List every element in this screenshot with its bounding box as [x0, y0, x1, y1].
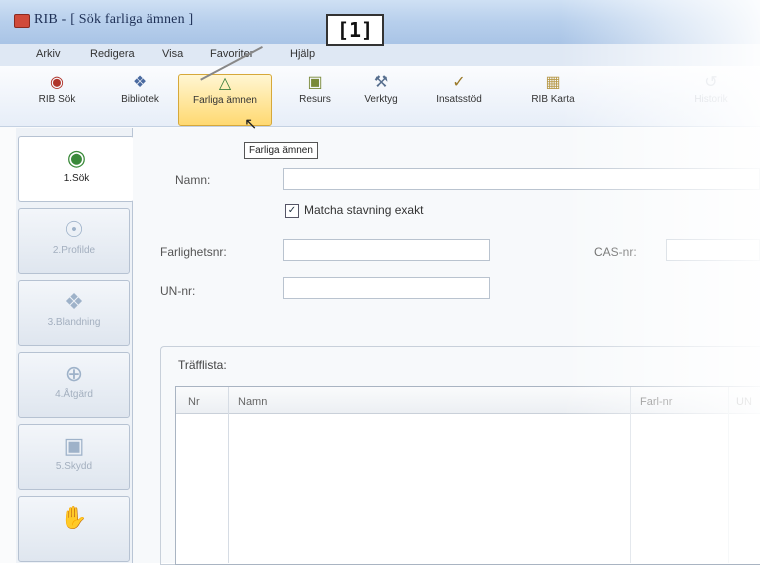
column-divider [728, 387, 729, 563]
flask-icon: △ [218, 75, 232, 92]
map-icon: ▦ [545, 74, 561, 91]
column-divider [228, 387, 229, 563]
farlighetsnr-label: Farlighetsnr: [160, 245, 227, 259]
toolbar-button-label: RIB Sök [38, 94, 76, 105]
callout-label: [1] [326, 14, 384, 46]
column-header-namn[interactable]: Namn [238, 396, 267, 408]
search-person-icon: ◉ [50, 74, 64, 91]
toolbar-resurs-button[interactable]: ▣ Resurs [292, 74, 338, 124]
menu-visa[interactable]: Visa [162, 48, 183, 60]
window-title: RIB - [ Sök farliga ämnen ] [34, 12, 194, 27]
sidebar-tab-label: 5.Skydd [55, 461, 93, 472]
column-header-farl-nr[interactable]: Farl-nr [640, 396, 672, 408]
mouse-cursor-icon: ↖ [244, 116, 258, 133]
match-spelling-checkbox[interactable]: ✓ [285, 204, 299, 218]
search-person-icon: ◉ [66, 145, 87, 170]
sidebar-tab-3[interactable]: ❖ 3.Blandning [18, 280, 130, 346]
sidebar-tab-label: 4.Åtgärd [55, 389, 93, 400]
toolbar-rib-karta-button[interactable]: ▦ RIB Karta [522, 74, 584, 124]
library-icon: ❖ [132, 74, 148, 91]
app-icon [14, 14, 30, 28]
toolbar-button-label: Resurs [299, 94, 331, 105]
toolbar-button-label: Farliga ämnen [193, 95, 257, 106]
toolbar-button-label: Bibliotek [121, 94, 159, 105]
un-nr-label: UN-nr: [160, 284, 196, 298]
toolbar-button-label: Historik [694, 94, 728, 105]
sidebar-tab-6[interactable]: ✋ [18, 496, 130, 562]
match-spelling-label: Matcha stavning exakt [304, 203, 424, 217]
un-nr-input[interactable] [283, 277, 490, 299]
protection-icon: ▣ [63, 433, 85, 458]
toolbar-button-label: RIB Karta [531, 94, 575, 105]
sidebar-tab-sok[interactable]: ◉ 1.Sök [18, 136, 134, 202]
resource-icon: ▣ [307, 74, 323, 91]
menu-bar: Arkiv Redigera Visa Favoriter Hjälp [0, 44, 760, 67]
menu-redigera[interactable]: Redigera [90, 48, 135, 60]
results-label: Träfflista: [178, 358, 227, 372]
tooltip: Farliga ämnen [244, 142, 318, 159]
sidebar-tab-5[interactable]: ▣ 5.Skydd [18, 424, 130, 490]
toolbar-verktyg-button[interactable]: ⚒ Verktyg [356, 74, 406, 124]
name-input[interactable] [283, 168, 760, 190]
menu-hjalp[interactable]: Hjälp [290, 48, 315, 60]
sidebar-tab-label: 2.Profilde [52, 245, 96, 256]
farlighetsnr-input[interactable] [283, 239, 490, 261]
name-label: Namn: [175, 173, 211, 187]
toolbar-insatsstod-button[interactable]: ✓ Insatsstöd [426, 74, 492, 124]
menu-arkiv[interactable]: Arkiv [36, 48, 60, 60]
history-icon: ↺ [704, 74, 718, 91]
column-header-un[interactable]: UN [736, 396, 752, 408]
toolbar-rib-sok-button[interactable]: ◉ RIB Sök [30, 74, 84, 124]
cas-nr-input[interactable] [666, 239, 760, 261]
toolbar-farliga-amnen-button[interactable]: △ Farliga ämnen [178, 74, 272, 126]
sidebar-tab-4[interactable]: ⊕ 4.Åtgärd [18, 352, 130, 418]
toolbar-button-label: Verktyg [364, 94, 398, 105]
profile-icon: ☉ [64, 217, 84, 242]
hand-icon: ✋ [60, 505, 88, 530]
column-header-nr[interactable]: Nr [188, 396, 200, 408]
tools-icon: ⚒ [373, 74, 389, 91]
toolbar-historik-button[interactable]: ↺ Historik [686, 74, 736, 124]
sidebar-tab-label: 3.Blandning [47, 317, 101, 328]
mixture-icon: ❖ [64, 289, 84, 314]
toolbar-button-label: Insatsstöd [436, 94, 482, 105]
app-window: RIB - [ Sök farliga ämnen ] [1] Arkiv Re… [0, 0, 760, 565]
toolbar-bibliotek-button[interactable]: ❖ Bibliotek [112, 74, 168, 124]
clipboard-check-icon: ✓ [452, 74, 466, 91]
column-divider [630, 387, 631, 563]
cas-nr-label: CAS-nr: [594, 245, 637, 259]
sidebar-tab-label: 1.Sök [63, 173, 90, 184]
sidebar-tab-2[interactable]: ☉ 2.Profilde [18, 208, 130, 274]
plus-circle-icon: ⊕ [64, 361, 84, 386]
